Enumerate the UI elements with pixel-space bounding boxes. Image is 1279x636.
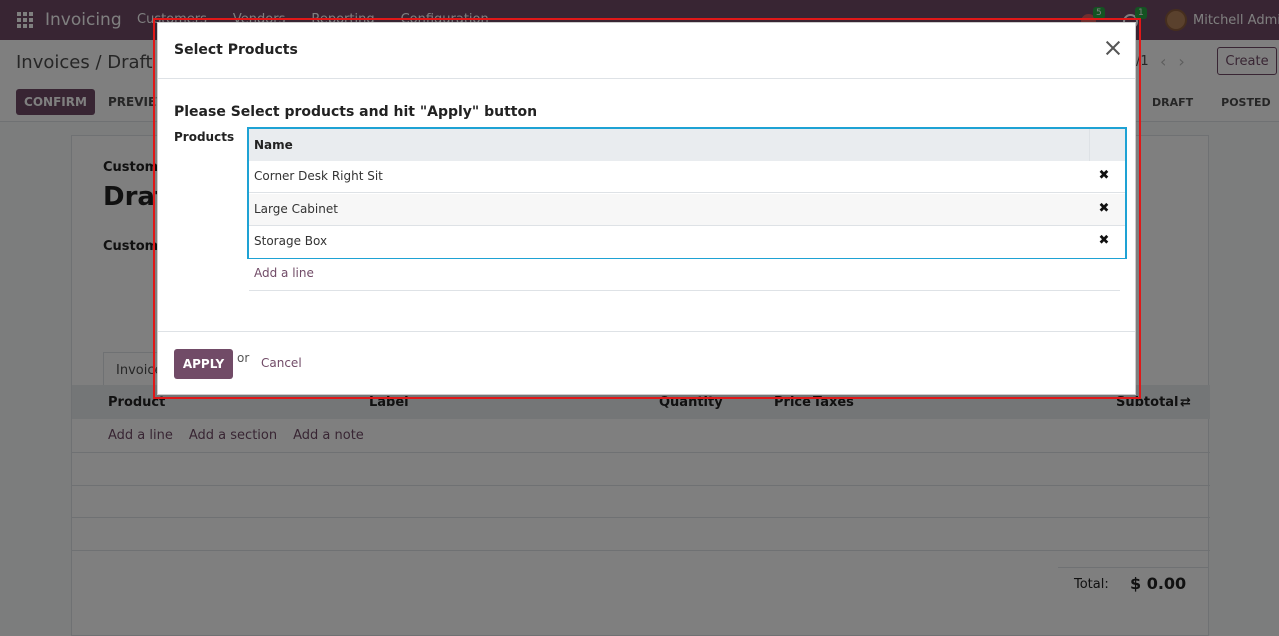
product-name[interactable]: Large Cabinet [254, 202, 338, 216]
or-text: or [237, 351, 250, 365]
modal-footer: APPLY or Cancel [158, 331, 1135, 395]
products-field-label: Products [174, 130, 235, 144]
modal-title: Select Products [174, 42, 298, 58]
delete-icon[interactable]: ✖ [1097, 234, 1111, 248]
table-header: Name [249, 129, 1125, 161]
modal-instruction: Please Select products and hit "Apply" b… [174, 104, 538, 120]
table-row[interactable]: Corner Desk Right Sit ✖ [249, 161, 1125, 193]
close-icon[interactable] [1104, 39, 1122, 57]
col-name[interactable]: Name [254, 138, 293, 152]
add-line-link[interactable]: Add a line [254, 266, 314, 280]
cancel-button[interactable]: Cancel [261, 356, 302, 370]
product-name[interactable]: Corner Desk Right Sit [254, 169, 383, 183]
delete-icon[interactable]: ✖ [1097, 202, 1111, 216]
apply-button[interactable]: APPLY [174, 349, 233, 379]
product-name[interactable]: Storage Box [254, 234, 327, 248]
divider [1089, 129, 1090, 161]
delete-icon[interactable]: ✖ [1097, 169, 1111, 183]
table-row[interactable]: Storage Box ✖ [249, 226, 1125, 258]
modal-header: Select Products [158, 23, 1135, 79]
divider [249, 290, 1120, 291]
products-table: Name Corner Desk Right Sit ✖ Large Cabin… [247, 127, 1127, 259]
select-products-dialog: Select Products Please Select products a… [157, 22, 1136, 395]
table-row[interactable]: Large Cabinet ✖ [249, 194, 1125, 226]
